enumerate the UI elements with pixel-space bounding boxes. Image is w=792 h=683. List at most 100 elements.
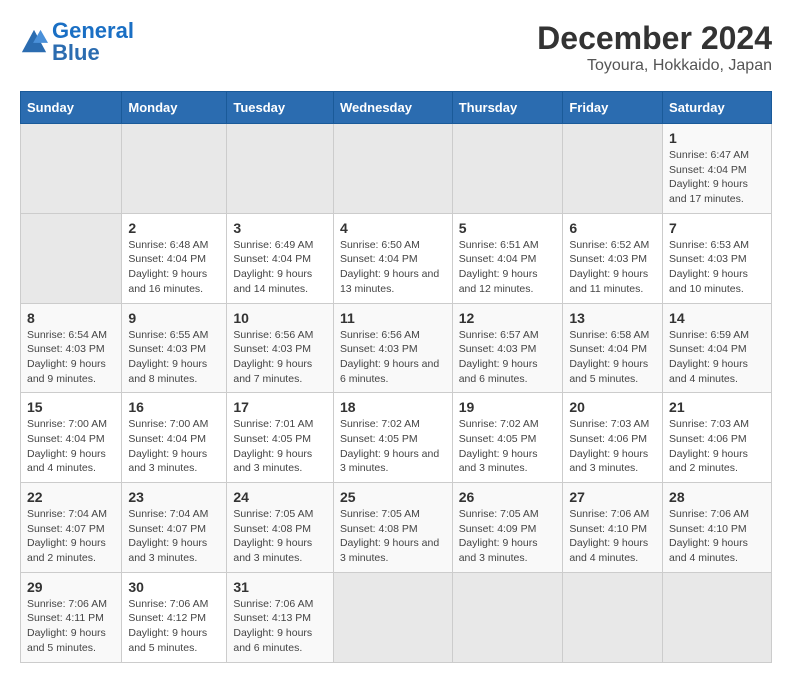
cell-details: Sunrise: 7:04 AM Sunset: 4:07 PM Dayligh… xyxy=(128,507,220,566)
calendar-cell: 27Sunrise: 7:06 AM Sunset: 4:10 PM Dayli… xyxy=(563,483,663,573)
calendar-week-row: 29 Sunrise: 7:06 AM Sunset: 4:11 PM Dayli… xyxy=(21,572,772,662)
day-number: 20 xyxy=(569,399,656,415)
calendar-cell xyxy=(563,572,663,662)
cell-details: Sunrise: 6:53 AM Sunset: 4:03 PM Dayligh… xyxy=(669,238,765,297)
day-number: 1 xyxy=(669,130,765,146)
calendar-cell: 23 Sunrise: 7:04 AM Sunset: 4:07 PM Dayli… xyxy=(122,483,227,573)
day-number: 7 xyxy=(669,220,765,236)
cell-details: Sunrise: 7:03 AM Sunset: 4:06 PM Dayligh… xyxy=(669,417,765,476)
cell-details: Sunrise: 7:04 AM Sunset: 4:07 PM Dayligh… xyxy=(27,507,115,566)
calendar-week-row: 1 Sunrise: 6:47 AM Sunset: 4:04 PM Daylig… xyxy=(21,124,772,214)
column-header-monday: Monday xyxy=(122,92,227,124)
day-number: 3 xyxy=(233,220,327,236)
calendar-cell: 11 Sunrise: 6:56 AM Sunset: 4:03 PM Dayli… xyxy=(333,303,452,393)
calendar-cell: 18Sunrise: 7:02 AM Sunset: 4:05 PM Dayli… xyxy=(333,393,452,483)
calendar-week-row: 15 Sunrise: 7:00 AM Sunset: 4:04 PM Dayli… xyxy=(21,393,772,483)
day-number: 8 xyxy=(27,310,115,326)
day-number: 14 xyxy=(669,310,765,326)
page-subtitle: Toyoura, Hokkaido, Japan xyxy=(537,57,772,75)
calendar-cell: 5 Sunrise: 6:51 AM Sunset: 4:04 PM Daylig… xyxy=(452,213,563,303)
cell-details: Sunrise: 6:55 AM Sunset: 4:03 PM Dayligh… xyxy=(128,328,220,387)
calendar-cell xyxy=(563,124,663,214)
cell-details: Sunrise: 7:01 AM Sunset: 4:05 PM Dayligh… xyxy=(233,417,327,476)
calendar-week-row: 8 Sunrise: 6:54 AM Sunset: 4:03 PM Daylig… xyxy=(21,303,772,393)
calendar-cell xyxy=(21,213,122,303)
calendar-cell: 29 Sunrise: 7:06 AM Sunset: 4:11 PM Dayli… xyxy=(21,572,122,662)
cell-details: Sunrise: 7:00 AM Sunset: 4:04 PM Dayligh… xyxy=(128,417,220,476)
page-title: December 2024 xyxy=(537,20,772,57)
calendar-cell xyxy=(333,124,452,214)
logo-text: General Blue xyxy=(52,20,134,64)
day-number: 12 xyxy=(459,310,557,326)
calendar-cell: 17 Sunrise: 7:01 AM Sunset: 4:05 PM Dayli… xyxy=(227,393,334,483)
cell-details: Sunrise: 6:59 AM Sunset: 4:04 PM Dayligh… xyxy=(669,328,765,387)
day-number: 25 xyxy=(340,489,446,505)
cell-details: Sunrise: 7:06 AM Sunset: 4:10 PM Dayligh… xyxy=(669,507,765,566)
title-block: December 2024 Toyoura, Hokkaido, Japan xyxy=(537,20,772,75)
cell-details: Sunrise: 6:57 AM Sunset: 4:03 PM Dayligh… xyxy=(459,328,557,387)
calendar-cell xyxy=(663,572,772,662)
cell-details: Sunrise: 7:06 AM Sunset: 4:10 PM Dayligh… xyxy=(569,507,656,566)
calendar-cell: 31Sunrise: 7:06 AM Sunset: 4:13 PM Dayli… xyxy=(227,572,334,662)
calendar-cell: 10 Sunrise: 6:56 AM Sunset: 4:03 PM Dayli… xyxy=(227,303,334,393)
day-number: 24 xyxy=(233,489,327,505)
day-number: 13 xyxy=(569,310,656,326)
day-number: 23 xyxy=(128,489,220,505)
calendar-cell: 15Sunrise: 7:00 AM Sunset: 4:04 PM Dayli… xyxy=(21,393,122,483)
cell-details: Sunrise: 7:06 AM Sunset: 4:11 PM Dayligh… xyxy=(27,597,115,656)
logo-icon xyxy=(20,28,48,56)
calendar-cell: 24 Sunrise: 7:05 AM Sunset: 4:08 PM Dayli… xyxy=(227,483,334,573)
day-number: 4 xyxy=(340,220,446,236)
day-number: 17 xyxy=(233,399,327,415)
day-number: 22 xyxy=(27,489,115,505)
day-number: 26 xyxy=(459,489,557,505)
calendar-week-row: 22 Sunrise: 7:04 AM Sunset: 4:07 PM Dayli… xyxy=(21,483,772,573)
cell-details: Sunrise: 7:05 AM Sunset: 4:08 PM Dayligh… xyxy=(340,507,446,566)
cell-details: Sunrise: 6:49 AM Sunset: 4:04 PM Dayligh… xyxy=(233,238,327,297)
calendar-cell: 4Sunrise: 6:50 AM Sunset: 4:04 PM Daylig… xyxy=(333,213,452,303)
cell-details: Sunrise: 6:52 AM Sunset: 4:03 PM Dayligh… xyxy=(569,238,656,297)
calendar-cell: 25 Sunrise: 7:05 AM Sunset: 4:08 PM Dayli… xyxy=(333,483,452,573)
calendar-cell xyxy=(122,124,227,214)
calendar-cell: 8 Sunrise: 6:54 AM Sunset: 4:03 PM Daylig… xyxy=(21,303,122,393)
page-header: General Blue December 2024 Toyoura, Hokk… xyxy=(20,20,772,75)
calendar-cell xyxy=(452,572,563,662)
cell-details: Sunrise: 7:05 AM Sunset: 4:08 PM Dayligh… xyxy=(233,507,327,566)
logo-blue: Blue xyxy=(52,40,100,65)
cell-details: Sunrise: 6:54 AM Sunset: 4:03 PM Dayligh… xyxy=(27,328,115,387)
day-number: 11 xyxy=(340,310,446,326)
calendar-cell: 9Sunrise: 6:55 AM Sunset: 4:03 PM Daylig… xyxy=(122,303,227,393)
calendar-cell xyxy=(21,124,122,214)
cell-details: Sunrise: 6:48 AM Sunset: 4:04 PM Dayligh… xyxy=(128,238,220,297)
column-header-sunday: Sunday xyxy=(21,92,122,124)
day-number: 2 xyxy=(128,220,220,236)
day-number: 29 xyxy=(27,579,115,595)
day-number: 15 xyxy=(27,399,115,415)
day-number: 21 xyxy=(669,399,765,415)
calendar-cell: 6Sunrise: 6:52 AM Sunset: 4:03 PM Daylig… xyxy=(563,213,663,303)
calendar-cell: 7 Sunrise: 6:53 AM Sunset: 4:03 PM Daylig… xyxy=(663,213,772,303)
column-header-thursday: Thursday xyxy=(452,92,563,124)
column-header-wednesday: Wednesday xyxy=(333,92,452,124)
cell-details: Sunrise: 6:47 AM Sunset: 4:04 PM Dayligh… xyxy=(669,148,765,207)
calendar-cell: 1 Sunrise: 6:47 AM Sunset: 4:04 PM Daylig… xyxy=(663,124,772,214)
day-number: 18 xyxy=(340,399,446,415)
calendar-cell: 20Sunrise: 7:03 AM Sunset: 4:06 PM Dayli… xyxy=(563,393,663,483)
day-number: 19 xyxy=(459,399,557,415)
column-header-tuesday: Tuesday xyxy=(227,92,334,124)
day-number: 5 xyxy=(459,220,557,236)
calendar-cell: 2 Sunrise: 6:48 AM Sunset: 4:04 PM Daylig… xyxy=(122,213,227,303)
cell-details: Sunrise: 6:51 AM Sunset: 4:04 PM Dayligh… xyxy=(459,238,557,297)
calendar-cell xyxy=(333,572,452,662)
cell-details: Sunrise: 6:56 AM Sunset: 4:03 PM Dayligh… xyxy=(340,328,446,387)
cell-details: Sunrise: 6:56 AM Sunset: 4:03 PM Dayligh… xyxy=(233,328,327,387)
column-header-saturday: Saturday xyxy=(663,92,772,124)
cell-details: Sunrise: 7:05 AM Sunset: 4:09 PM Dayligh… xyxy=(459,507,557,566)
calendar-cell: 21 Sunrise: 7:03 AM Sunset: 4:06 PM Dayli… xyxy=(663,393,772,483)
calendar-cell: 30Sunrise: 7:06 AM Sunset: 4:12 PM Dayli… xyxy=(122,572,227,662)
calendar-table: SundayMondayTuesdayWednesdayThursdayFrid… xyxy=(20,91,772,663)
calendar-cell: 16Sunrise: 7:00 AM Sunset: 4:04 PM Dayli… xyxy=(122,393,227,483)
column-header-friday: Friday xyxy=(563,92,663,124)
calendar-cell: 14 Sunrise: 6:59 AM Sunset: 4:04 PM Dayli… xyxy=(663,303,772,393)
day-number: 10 xyxy=(233,310,327,326)
